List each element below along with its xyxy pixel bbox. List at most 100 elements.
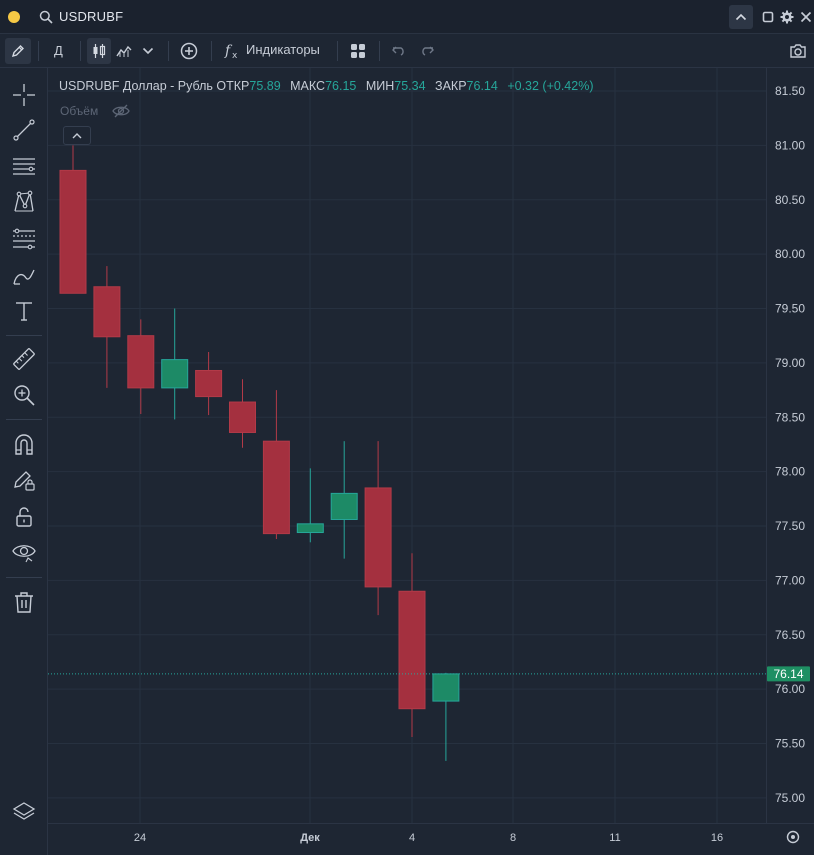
price-axis-label: 81.50 (775, 84, 805, 98)
price-axis-label: 75.00 (775, 791, 805, 805)
settings-icon[interactable] (780, 10, 794, 24)
candle (127, 319, 155, 414)
last-price-tag: 76.14 (767, 666, 810, 682)
candle (195, 352, 223, 416)
svg-text:x: x (232, 51, 238, 60)
timeframe-button[interactable]: Д (54, 43, 63, 58)
zoom-icon[interactable] (11, 382, 37, 408)
candle-body (229, 401, 256, 433)
candle-body (59, 169, 87, 294)
legend-change: +0.32 (+0.42%) (507, 79, 594, 93)
candles-layer (59, 145, 460, 761)
price-axis-label: 75.50 (775, 737, 805, 751)
candle-body (195, 369, 223, 398)
chart-grid (48, 68, 766, 823)
toolbar-separator (168, 41, 169, 61)
time-axis-background (48, 824, 814, 855)
candle-body (398, 590, 426, 710)
toolbar-separator (6, 577, 42, 578)
horizontal-lines-icon[interactable] (11, 153, 37, 179)
price-axis-label: 77.50 (775, 519, 805, 533)
fib-levels-icon[interactable] (11, 226, 37, 252)
chevron-up-icon (72, 132, 82, 138)
magnet-icon[interactable] (11, 431, 37, 457)
candle (229, 379, 256, 448)
legend-open-label: ОТКР (216, 79, 250, 93)
price-axis-label: 80.00 (775, 247, 805, 261)
layers-icon[interactable] (11, 799, 37, 825)
plus-circle-icon[interactable] (177, 38, 201, 64)
brush-icon[interactable] (11, 263, 37, 289)
candle (296, 468, 324, 543)
toolbar-separator (38, 41, 39, 61)
time-axis-label: 8 (510, 832, 516, 844)
trash-icon[interactable] (11, 589, 37, 615)
crosshair-icon[interactable] (11, 82, 37, 108)
toolbar-separator (337, 41, 338, 61)
candle (161, 308, 189, 420)
close-icon[interactable] (799, 10, 813, 24)
toolbar-separator (379, 41, 380, 61)
price-chart[interactable]: 81.50 81.00 80.50 80.00 79.50 79.00 78.50 78.00… (48, 68, 814, 855)
trend-line-icon[interactable] (11, 117, 37, 143)
pattern-icon[interactable] (11, 189, 37, 215)
top-bar: USDRUBF (0, 0, 814, 34)
price-axis-label: 77.00 (775, 573, 805, 587)
legend-close-label: ЗАКР (435, 79, 467, 93)
toolbar-separator (6, 419, 42, 420)
candle-body (296, 523, 324, 534)
ruler-icon[interactable] (11, 346, 37, 372)
indicators-button[interactable]: Индикаторы (246, 42, 320, 57)
text-icon[interactable] (11, 298, 37, 324)
price-axis-label: 78.00 (775, 465, 805, 479)
time-axis-label: 4 (409, 832, 415, 844)
time-axis-label: 24 (134, 832, 146, 844)
redo-icon[interactable] (417, 38, 437, 64)
lock-drawing-icon[interactable] (11, 467, 37, 493)
candle-body (262, 440, 290, 535)
eye-icon[interactable] (11, 539, 37, 565)
candle-body (432, 673, 460, 702)
drawing-toolbar (0, 68, 48, 855)
candle-body (330, 492, 358, 520)
toolbar-separator (6, 335, 42, 336)
status-dot-icon (8, 11, 20, 23)
candle (93, 266, 121, 388)
undo-icon[interactable] (389, 38, 409, 64)
candle (364, 441, 392, 616)
search-icon[interactable] (38, 9, 54, 25)
area-chart-icon[interactable] (113, 38, 135, 64)
volume-legend-label: Объём (60, 104, 99, 118)
candle (59, 145, 87, 294)
candle-body (93, 286, 121, 338)
price-axis-label: 81.00 (775, 138, 805, 152)
unlock-icon[interactable] (11, 504, 37, 530)
layout-grid-icon[interactable] (347, 38, 369, 64)
price-axis-label: 76.50 (775, 628, 805, 642)
last-price-value: 76.14 (773, 667, 803, 681)
candle-body (161, 359, 189, 389)
price-axis-label: 79.50 (775, 302, 805, 316)
price-axis-label: 80.50 (775, 193, 805, 207)
chart-legend: USDRUBF Доллар - Рубль ОТКР75.89 МАКС76.… (59, 79, 593, 93)
chevron-up-icon[interactable] (729, 5, 753, 29)
candles-icon[interactable] (87, 38, 111, 64)
candle (432, 672, 460, 761)
legend-collapse-button[interactable] (63, 126, 91, 145)
time-axis-label: Дек (300, 832, 320, 844)
chevron-down-icon[interactable] (138, 38, 158, 64)
legend-low-value: 75.34 (394, 79, 426, 93)
pencil-icon[interactable] (5, 38, 31, 64)
candle-body (364, 487, 392, 588)
fx-icon[interactable]: fx (222, 38, 244, 64)
toolbar-separator (211, 41, 212, 61)
eye-off-icon[interactable] (112, 103, 130, 119)
symbol-search-input[interactable]: USDRUBF (59, 9, 123, 24)
maximize-icon[interactable] (761, 10, 775, 24)
price-axis: 81.50 81.00 80.50 80.00 79.50 79.00 78.50 78.00… (775, 84, 805, 805)
toolbar-separator (80, 41, 81, 61)
price-axis-label: 79.00 (775, 356, 805, 370)
candle (262, 390, 290, 540)
camera-icon[interactable] (787, 38, 809, 64)
time-axis-label: 16 (711, 832, 723, 844)
